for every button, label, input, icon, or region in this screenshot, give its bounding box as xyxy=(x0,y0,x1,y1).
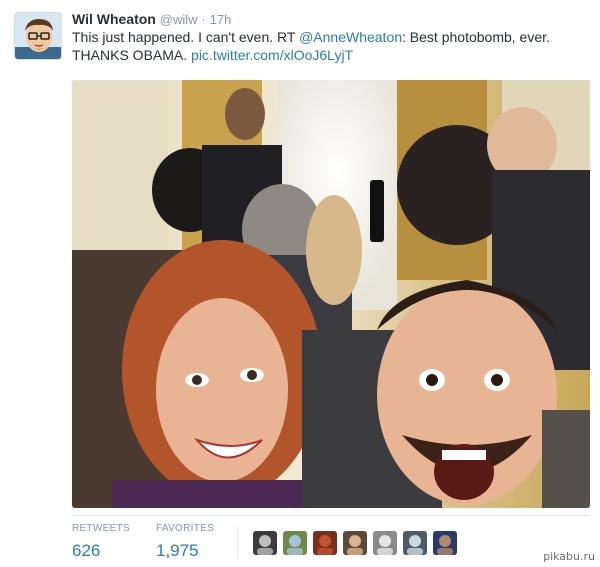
tweet-timestamp[interactable]: 17h xyxy=(210,12,232,27)
retweets-label: RETWEETS xyxy=(72,523,130,534)
person-avatar-icon xyxy=(313,531,337,555)
tweet-text: This just happened. I can't even. RT @An… xyxy=(72,28,582,64)
tweet-text-part: : Best photobomb, ever. xyxy=(402,29,550,45)
favorites-stat[interactable]: FAVORITES 1,975 xyxy=(156,523,214,562)
favoriter-avatar-7[interactable] xyxy=(433,531,457,555)
person-avatar-icon xyxy=(343,531,367,555)
watermark: pikabu.ru xyxy=(543,550,595,563)
favoriter-avatar-6[interactable] xyxy=(403,531,427,555)
favoriter-avatar-1[interactable] xyxy=(253,531,277,555)
tweet-card: Wil Wheaton @wilw · 17h This just happen… xyxy=(0,0,600,567)
favoriter-avatar-3[interactable] xyxy=(313,531,337,555)
favoriter-avatar-2[interactable] xyxy=(283,531,307,555)
author-avatar[interactable] xyxy=(14,12,62,60)
person-avatar-icon xyxy=(253,531,277,555)
selfie-photo-image xyxy=(72,80,590,508)
favoriter-avatar-4[interactable] xyxy=(343,531,367,555)
cartoon-avatar-icon xyxy=(15,13,61,59)
favorites-label: FAVORITES xyxy=(156,523,215,534)
person-avatar-icon xyxy=(373,531,397,555)
retweets-stat[interactable]: RETWEETS 626 xyxy=(72,523,130,562)
favorites-count: 1,975 xyxy=(156,541,199,560)
retweets-count: 626 xyxy=(72,541,101,560)
author-handle[interactable]: @wilw xyxy=(160,12,198,27)
tweet-text-part: This just happened. I can't even. RT xyxy=(72,29,300,45)
favoriter-avatar-5[interactable] xyxy=(373,531,397,555)
tweet-photo[interactable] xyxy=(72,80,590,508)
stats-divider xyxy=(72,515,590,516)
person-avatar-icon xyxy=(283,531,307,555)
person-avatar-icon xyxy=(403,531,427,555)
tweet-header: Wil Wheaton @wilw · 17h xyxy=(72,10,231,29)
author-name[interactable]: Wil Wheaton xyxy=(72,11,156,27)
header-separator: · xyxy=(201,12,206,27)
person-avatar-icon xyxy=(433,531,457,555)
tweet-stats: RETWEETS 626 FAVORITES 1,975 xyxy=(72,523,590,563)
stats-separator xyxy=(237,527,238,559)
pic-link[interactable]: pic.twitter.com/xlOoJ6LyjT xyxy=(191,47,353,63)
mention-link[interactable]: @AnneWheaton xyxy=(299,29,402,45)
tweet-text-part: THANKS OBAMA. xyxy=(72,47,192,63)
